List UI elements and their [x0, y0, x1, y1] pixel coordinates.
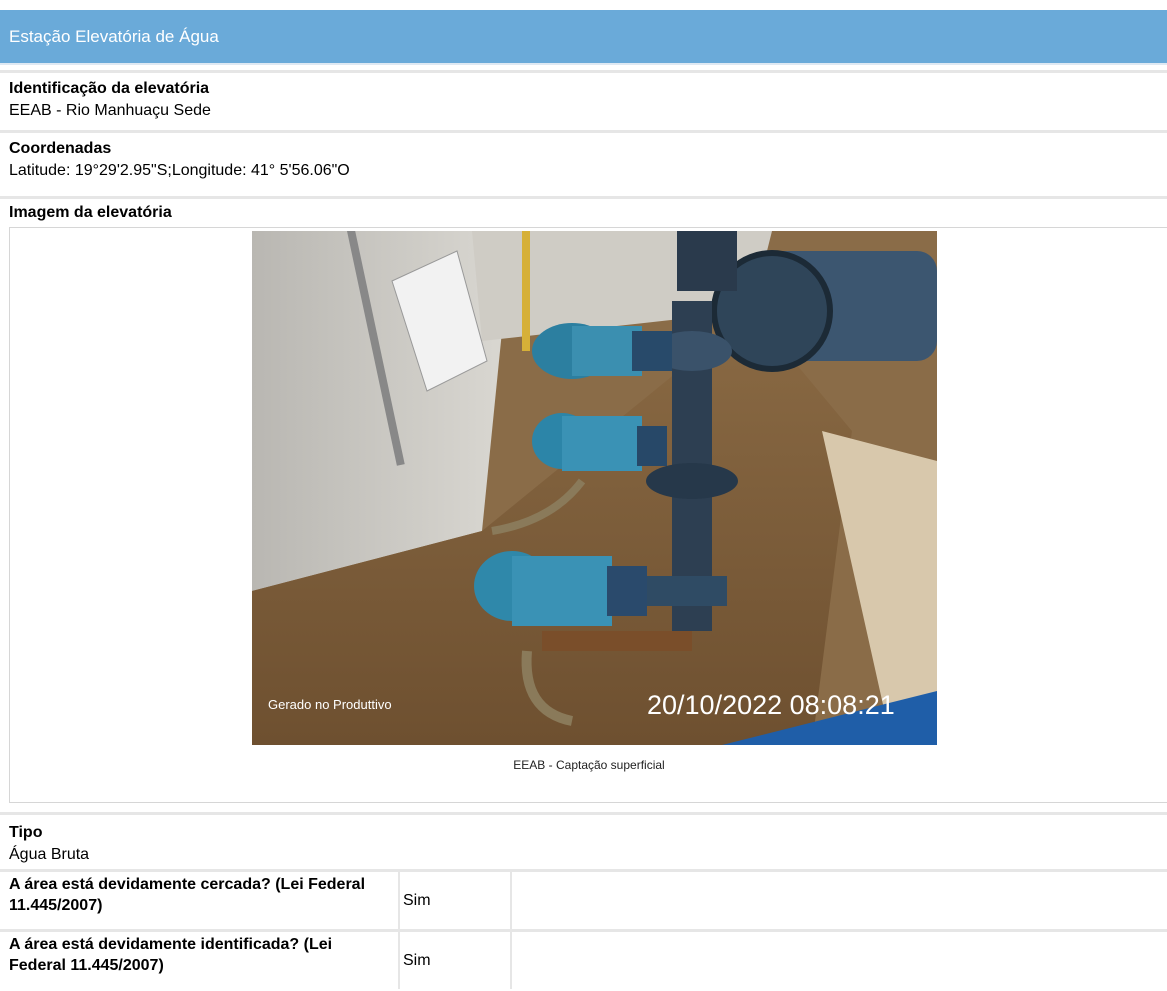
field-imagem: Imagem da elevatória Gerado no Produttiv… — [0, 196, 1167, 812]
field-coordenadas: Coordenadas Latitude: 19°29'2.95"S;Longi… — [0, 130, 1167, 192]
table-row: A área está devidamente cercada? (Lei Fe… — [0, 869, 1167, 929]
photo-timestamp: 20/10/2022 08:08:21 — [647, 690, 895, 720]
image-caption: EEAB - Captação superficial — [513, 758, 665, 772]
field-label: Imagem da elevatória — [9, 204, 172, 221]
pump-station-photo[interactable]: Gerado no Produttivo 20/10/2022 08:08:21 — [252, 231, 937, 745]
section-header: Estação Elevatória de Água — [0, 10, 1167, 65]
field-label: Coordenadas — [9, 140, 112, 157]
answer-value: Sim — [398, 932, 512, 989]
field-identificacao: Identificação da elevatória EEAB - Rio M… — [0, 70, 1167, 130]
section-title: Estação Elevatória de Água — [9, 26, 219, 46]
field-value: EEAB - Rio Manhuaçu Sede — [9, 102, 211, 119]
question-label: A área está devidamente cercada? (Lei Fe… — [9, 876, 366, 914]
image-frame: Gerado no Produttivo 20/10/2022 08:08:21… — [9, 227, 1167, 803]
field-value: Latitude: 19°29'2.95"S;Longitude: 41° 5'… — [9, 162, 350, 179]
photo-watermark: Gerado no Produttivo — [268, 697, 392, 712]
question-label: A área está devidamente identificada? (L… — [9, 936, 333, 974]
field-tipo: Tipo Água Bruta — [0, 812, 1167, 870]
field-label: Tipo — [9, 824, 43, 841]
field-label: Identificação da elevatória — [9, 80, 210, 97]
table-row: A área está devidamente identificada? (L… — [0, 929, 1167, 989]
field-value: Água Bruta — [9, 846, 90, 863]
answer-value: Sim — [398, 872, 512, 929]
